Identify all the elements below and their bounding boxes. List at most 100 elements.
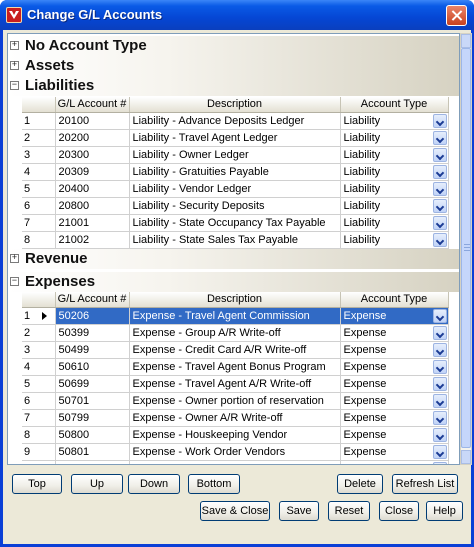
chevron-down-icon[interactable] [432, 181, 447, 196]
account-type-select[interactable]: Liability [340, 180, 449, 198]
account-type-select[interactable]: Liability [340, 163, 449, 181]
account-type-select[interactable]: Expense [340, 358, 449, 376]
description-cell[interactable]: Liability - Advance Deposits Ledger [129, 112, 341, 130]
description-cell[interactable]: Liability - Vendor Ledger [129, 180, 341, 198]
account-number-cell[interactable]: 50800 [55, 426, 130, 444]
expand-icon[interactable]: + [10, 61, 19, 70]
table-row[interactable]: 5 20400 Liability - Vendor Ledger Liability [22, 180, 449, 198]
delete-button[interactable]: Delete [337, 474, 383, 494]
account-type-select[interactable]: Liability [340, 129, 449, 147]
account-number-cell[interactable]: 21001 [55, 214, 130, 232]
chevron-down-icon[interactable] [432, 342, 447, 357]
chevron-down-icon[interactable] [432, 308, 447, 323]
chevron-down-icon[interactable] [432, 444, 447, 459]
account-number-cell[interactable]: 51111 [55, 460, 130, 464]
account-number-cell[interactable]: 50499 [55, 341, 130, 359]
description-cell[interactable]: Liability - Owner Ledger [129, 146, 341, 164]
table-row[interactable]: 7 21001 Liability - State Occupancy Tax Pa… [22, 214, 449, 232]
account-type-select[interactable]: Liability [340, 197, 449, 215]
table-row[interactable]: 3 50499 Expense - Credit Card A/R Write-of… [22, 341, 449, 359]
refresh-list-button[interactable]: Refresh List [392, 474, 458, 494]
chevron-down-icon[interactable] [432, 461, 447, 464]
description-cell[interactable]: Liability - Security Deposits [129, 197, 341, 215]
account-type-select[interactable]: Expense [340, 341, 449, 359]
account-number-cell[interactable]: 20100 [55, 112, 130, 130]
description-cell[interactable]: Liability - State Sales Tax Payable [129, 231, 341, 249]
description-cell[interactable]: Expense - Credit Card A/R Write-off [129, 341, 341, 359]
column-header-number[interactable] [22, 292, 56, 308]
vertical-scrollbar[interactable] [460, 33, 472, 465]
account-number-cell[interactable]: 20400 [55, 180, 130, 198]
description-cell[interactable]: Bank Fees [129, 460, 341, 464]
expand-icon[interactable]: + [10, 41, 19, 50]
description-cell[interactable]: Expense - Travel Agent Bonus Program [129, 358, 341, 376]
description-cell[interactable]: Liability - Gratuities Payable [129, 163, 341, 181]
account-number-cell[interactable]: 50399 [55, 324, 130, 342]
account-type-select[interactable]: Expense [340, 392, 449, 410]
chevron-down-icon[interactable] [432, 198, 447, 213]
account-number-cell[interactable]: 50801 [55, 443, 130, 461]
account-type-select[interactable]: Expense [340, 307, 449, 325]
group-header-expenses[interactable]: − Expenses [8, 272, 459, 292]
account-type-select[interactable]: Expense [340, 324, 449, 342]
table-row[interactable]: 5 50699 Expense - Travel Agent A/R Write-o… [22, 375, 449, 393]
table-row[interactable]: 2 50399 Expense - Group A/R Write-off Expen… [22, 324, 449, 342]
description-cell[interactable]: Expense - Travel Agent Commission [129, 307, 341, 325]
description-cell[interactable]: Expense - Owner A/R Write-off [129, 409, 341, 427]
column-header-description[interactable]: Description [129, 292, 341, 308]
chevron-down-icon[interactable] [432, 410, 447, 425]
collapse-icon[interactable]: − [10, 277, 19, 286]
account-number-cell[interactable]: 50610 [55, 358, 130, 376]
expand-icon[interactable]: + [10, 254, 19, 263]
table-row[interactable]: 10 51111Bank FeesExpense [22, 460, 449, 464]
table-row[interactable]: 3 20300 Liability - Owner Ledger Liability [22, 146, 449, 164]
chevron-down-icon[interactable] [432, 215, 447, 230]
column-header-number[interactable] [22, 97, 56, 113]
group-header-revenue[interactable]: + Revenue [8, 249, 459, 269]
account-number-cell[interactable]: 20200 [55, 129, 130, 147]
account-number-cell[interactable]: 21002 [55, 231, 130, 249]
down-button[interactable]: Down [128, 474, 180, 494]
description-cell[interactable]: Expense - Work Order Vendors [129, 443, 341, 461]
description-cell[interactable]: Expense - Houskeeping Vendor [129, 426, 341, 444]
scroll-up-button[interactable] [461, 34, 471, 48]
table-row[interactable]: 2 20200 Liability - Travel Agent Ledger Lia… [22, 129, 449, 147]
top-button[interactable]: Top [12, 474, 62, 494]
table-row[interactable]: 6 20800 Liability - Security Deposits Liabi… [22, 197, 449, 215]
account-number-cell[interactable]: 50699 [55, 375, 130, 393]
chevron-down-icon[interactable] [432, 130, 447, 145]
column-header-account-type[interactable]: Account Type [340, 292, 449, 308]
account-number-cell[interactable]: 20309 [55, 163, 130, 181]
close-icon[interactable] [446, 5, 467, 26]
title-bar[interactable]: Change G/L Accounts [0, 0, 474, 30]
chevron-down-icon[interactable] [432, 147, 447, 162]
close-button[interactable]: Close [379, 501, 419, 521]
account-number-cell[interactable]: 20300 [55, 146, 130, 164]
account-type-select[interactable]: Expense [340, 375, 449, 393]
account-number-cell[interactable]: 50206 [55, 307, 130, 325]
group-header-assets[interactable]: + Assets [8, 56, 459, 76]
table-row[interactable]: 1 20100 Liability - Advance Deposits Ledge… [22, 112, 449, 130]
chevron-down-icon[interactable] [432, 232, 447, 247]
account-type-select[interactable]: Liability [340, 231, 449, 249]
collapse-icon[interactable]: − [10, 81, 19, 90]
table-row[interactable]: 4 50610 Expense - Travel Agent Bonus Progr… [22, 358, 449, 376]
column-header-description[interactable]: Description [129, 97, 341, 113]
column-header-account[interactable]: G/L Account # [55, 97, 130, 113]
chevron-down-icon[interactable] [432, 325, 447, 340]
group-header-liabilities[interactable]: − Liabilities [8, 76, 459, 96]
table-row[interactable]: 8 21002 Liability - State Sales Tax Payabl… [22, 231, 449, 249]
scroll-thumb[interactable] [461, 48, 471, 448]
up-button[interactable]: Up [71, 474, 123, 494]
chevron-down-icon[interactable] [432, 427, 447, 442]
description-cell[interactable]: Liability - State Occupancy Tax Payable [129, 214, 341, 232]
chevron-down-icon[interactable] [432, 393, 447, 408]
account-type-select[interactable]: Expense [340, 460, 449, 464]
table-row[interactable]: 4 20309 Liability - Gratuities Payable Liab… [22, 163, 449, 181]
chevron-down-icon[interactable] [432, 113, 447, 128]
table-row[interactable]: 8 50800 Expense - Houskeeping Vendor Expens… [22, 426, 449, 444]
table-row[interactable]: 9 50801 Expense - Work Order Vendors Expens… [22, 443, 449, 461]
account-type-select[interactable]: Liability [340, 112, 449, 130]
chevron-down-icon[interactable] [432, 359, 447, 374]
account-type-select[interactable]: Expense [340, 443, 449, 461]
